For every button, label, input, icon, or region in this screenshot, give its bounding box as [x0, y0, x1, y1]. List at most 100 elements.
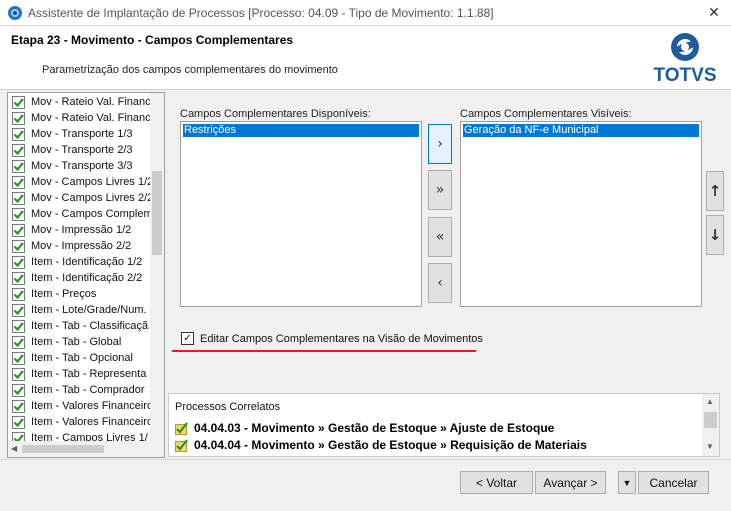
tree-horizontal-scrollbar[interactable]: ◀: [8, 441, 164, 457]
tree-step-item[interactable]: Mov - Campos Livres 1/2: [12, 174, 153, 190]
available-fields-label: Campos Complementares Disponíveis:: [180, 108, 371, 120]
tree-step-item[interactable]: Mov - Impressão 2/2: [12, 238, 131, 254]
tree-step-label: Mov - Transporte 1/3: [31, 128, 133, 140]
move-down-button[interactable]: ↓: [706, 215, 724, 255]
close-button[interactable]: ✕: [697, 0, 731, 24]
correlated-process-item[interactable]: 04.04.04 - Movimento » Gestão de Estoque…: [175, 437, 587, 453]
tree-step-item[interactable]: Mov - Campos Compleme: [12, 206, 159, 222]
completed-check-icon: [12, 127, 25, 141]
tree-step-label: Item - Tab - Comprador: [31, 384, 145, 396]
completed-check-icon: [12, 175, 25, 189]
tree-step-label: Item - Tab - Global: [31, 336, 122, 348]
completed-check-icon: [12, 95, 25, 109]
visible-fields-list[interactable]: Geração da NF-e Municipal: [460, 121, 702, 307]
tree-step-item[interactable]: Mov - Impressão 1/2: [12, 222, 131, 238]
tree-step-item[interactable]: Mov - Campos Livres 2/2: [12, 190, 153, 206]
tree-step-item[interactable]: Item - Identificação 1/2: [12, 254, 142, 270]
tree-step-label: Mov - Impressão 1/2: [31, 224, 132, 236]
tree-step-item[interactable]: Item - Preços: [12, 286, 96, 302]
tree-step-item[interactable]: Item - Tab - Classificaçã: [12, 318, 148, 334]
tree-step-item[interactable]: Item - Valores Financeiro: [12, 398, 153, 414]
tree-step-label: Item - Lote/Grade/Num.: [31, 304, 147, 316]
add-selected-button[interactable]: ›: [428, 124, 452, 164]
completed-check-icon: [12, 399, 25, 413]
process-check-icon: [175, 438, 188, 452]
correlated-scroll-thumb[interactable]: [704, 412, 717, 428]
tree-step-label: Item - Valores Financeiro: [31, 400, 154, 412]
correlated-process-text[interactable]: 04.04.03 - Movimento » Gestão de Estoque…: [194, 421, 554, 435]
correlated-process-item[interactable]: 04.04.03 - Movimento » Gestão de Estoque…: [175, 420, 554, 436]
available-field-item[interactable]: Restrições: [183, 124, 419, 137]
tree-step-label: Mov - Impressão 2/2: [31, 240, 132, 252]
visible-fields-label: Campos Complementares Visíveis:: [460, 108, 632, 120]
tree-step-label: Mov - Campos Compleme: [31, 208, 159, 220]
completed-check-icon: [12, 319, 25, 333]
tree-step-item[interactable]: Mov - Transporte 1/3: [12, 126, 133, 142]
wizard-header: Etapa 23 - Movimento - Campos Complement…: [0, 26, 731, 90]
footer-separator: [0, 459, 731, 460]
logo-text: TOTVS: [653, 65, 717, 86]
tree-step-item[interactable]: Mov - Rateio Val. Financ: [12, 110, 151, 126]
correlated-processes-panel: Processos Correlatos 04.04.03 - Moviment…: [168, 393, 720, 457]
tree-step-item[interactable]: Item - Valores Financeiro: [12, 414, 153, 430]
edit-in-movements-view-label[interactable]: Editar Campos Complementares na Visão de…: [200, 333, 483, 345]
tree-horizontal-scroll-thumb[interactable]: [22, 445, 104, 453]
tree-step-label: Item - Identificação 2/2: [31, 272, 143, 284]
tree-step-item[interactable]: Item - Tab - Global: [12, 334, 121, 350]
available-fields-list[interactable]: Restrições: [180, 121, 422, 307]
next-button[interactable]: Avançar >: [535, 471, 606, 494]
tree-step-label: Item - Preços: [31, 288, 97, 300]
remove-selected-button[interactable]: ‹: [428, 263, 452, 303]
tree-step-item[interactable]: Mov - Rateio Val. Financ: [12, 94, 151, 110]
visible-field-item[interactable]: Geração da NF-e Municipal: [463, 124, 699, 137]
move-up-button[interactable]: ↑: [706, 171, 724, 211]
highlight-underline: [172, 350, 476, 352]
tree-step-label: Mov - Rateio Val. Financ: [31, 112, 151, 124]
remove-all-button[interactable]: «: [428, 217, 452, 257]
edit-in-movements-view-checkbox[interactable]: ✓: [181, 332, 194, 345]
chevron-left-icon: ‹: [437, 275, 443, 291]
tree-step-item[interactable]: Item - Identificação 2/2: [12, 270, 142, 286]
options-dropdown-button[interactable]: ▼: [618, 471, 636, 494]
tree-step-label: Item - Tab - Representa: [31, 368, 147, 380]
completed-check-icon: [12, 383, 25, 397]
tree-step-label: Item - Valores Financeiro: [31, 416, 154, 428]
tree-step-item[interactable]: Mov - Transporte 3/3: [12, 158, 133, 174]
cancel-button[interactable]: Cancelar: [638, 471, 709, 494]
process-check-icon: [175, 421, 188, 435]
double-chevron-right-icon: »: [435, 182, 445, 198]
completed-check-icon: [12, 159, 25, 173]
tree-step-item[interactable]: Item - Tab - Comprador: [12, 382, 145, 398]
tree-step-label: Mov - Campos Livres 2/2: [31, 192, 154, 204]
chevron-down-icon: ▼: [622, 477, 632, 488]
checkmark-icon: ✓: [183, 332, 192, 344]
tree-step-item[interactable]: Item - Tab - Representa: [12, 366, 146, 382]
tree-vertical-scrollbar[interactable]: [150, 93, 164, 441]
back-button[interactable]: < Voltar: [460, 471, 533, 494]
scroll-left-icon[interactable]: ◀: [11, 444, 17, 453]
correlated-process-text[interactable]: 04.04.04 - Movimento » Gestão de Estoque…: [194, 438, 587, 452]
tree-vertical-scroll-thumb[interactable]: [152, 171, 162, 255]
tree-step-item[interactable]: Item - Lote/Grade/Num.: [12, 302, 147, 318]
step-title: Etapa 23 - Movimento - Campos Complement…: [11, 33, 294, 47]
completed-check-icon: [12, 351, 25, 365]
chevron-right-icon: ›: [437, 136, 443, 152]
tree-step-label: Mov - Campos Livres 1/2: [31, 176, 154, 188]
window-titlebar: Assistente de Implantação de Processos […: [0, 0, 731, 26]
tree-step-item[interactable]: Item - Tab - Opcional: [12, 350, 133, 366]
window-title: Assistente de Implantação de Processos […: [28, 6, 494, 20]
tree-step-label: Mov - Transporte 3/3: [31, 160, 133, 172]
scroll-up-icon[interactable]: ▲: [706, 397, 714, 406]
add-all-button[interactable]: »: [428, 170, 452, 210]
completed-check-icon: [12, 111, 25, 125]
edit-in-movements-view-option[interactable]: ✓ Editar Campos Complementares na Visão …: [181, 332, 483, 345]
app-icon: [8, 6, 22, 20]
correlated-scrollbar[interactable]: ▲ ▼: [702, 394, 719, 456]
scroll-down-icon[interactable]: ▼: [706, 442, 714, 451]
completed-check-icon: [12, 207, 25, 221]
steps-tree[interactable]: Item - Campos Livres 1/Item - Valores Fi…: [7, 92, 165, 458]
completed-check-icon: [12, 303, 25, 317]
tree-step-item[interactable]: Mov - Transporte 2/3: [12, 142, 133, 158]
arrow-up-icon: ↑: [708, 182, 722, 200]
completed-check-icon: [12, 287, 25, 301]
